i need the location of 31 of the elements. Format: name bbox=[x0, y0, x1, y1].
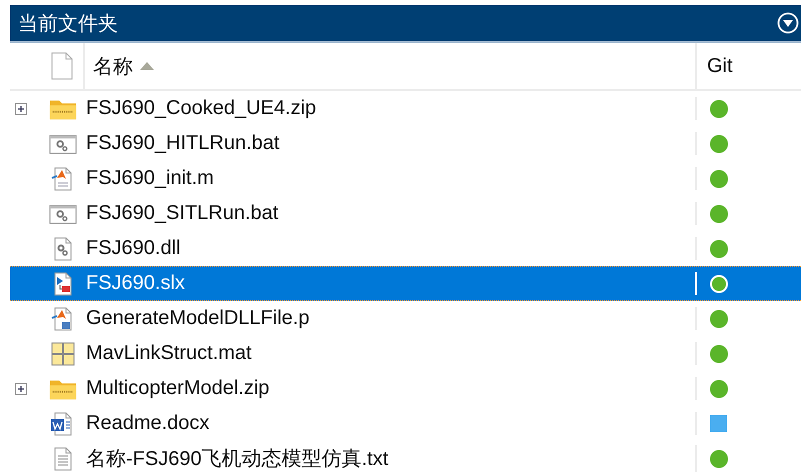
file-row[interactable]: MulticopterModel.zip bbox=[10, 371, 801, 406]
file-row[interactable]: FSJ690_Cooked_UE4.zip bbox=[10, 91, 801, 126]
expand-icon[interactable] bbox=[15, 382, 27, 394]
name-column-header[interactable]: 名称 bbox=[85, 43, 697, 89]
file-name: FSJ690_Cooked_UE4.zip bbox=[77, 97, 697, 120]
file-name: FSJ690_HITLRun.bat bbox=[77, 132, 697, 155]
panel-title: 当前文件夹 bbox=[17, 12, 118, 36]
file-icon bbox=[51, 52, 73, 80]
file-name: GenerateModelDLLFile.p bbox=[77, 307, 697, 330]
grid-file-icon bbox=[49, 340, 77, 366]
file-row[interactable]: FSJ690_SITLRun.bat bbox=[10, 196, 801, 231]
git-column-header[interactable]: Git bbox=[707, 54, 733, 78]
file-name: Readme.docx bbox=[77, 412, 697, 435]
expand-icon[interactable] bbox=[15, 102, 27, 114]
file-row[interactable]: GenerateModelDLLFile.p bbox=[10, 301, 801, 336]
file-row[interactable]: FSJ690_HITLRun.bat bbox=[10, 126, 801, 161]
file-row[interactable]: 名称-FSJ690飞机动态模型仿真.txt bbox=[10, 441, 801, 472]
column-label: 名称 bbox=[93, 54, 133, 80]
file-row[interactable]: FSJ690.slx bbox=[10, 266, 801, 301]
file-row[interactable]: FSJ690_init.m bbox=[10, 161, 801, 196]
file-name: MulticopterModel.zip bbox=[77, 377, 697, 400]
dropdown-icon[interactable] bbox=[777, 12, 799, 34]
file-name: 名称-FSJ690飞机动态模型仿真.txt bbox=[77, 445, 697, 472]
file-row[interactable]: FSJ690.dll bbox=[10, 231, 801, 266]
file-name: FSJ690.slx bbox=[77, 272, 697, 295]
file-name: FSJ690.dll bbox=[77, 237, 697, 260]
file-name: FSJ690_init.m bbox=[77, 167, 697, 190]
file-row[interactable]: Readme.docx bbox=[10, 406, 801, 441]
file-row[interactable]: MavLinkStruct.mat bbox=[10, 336, 801, 371]
file-name: FSJ690_SITLRun.bat bbox=[77, 202, 697, 225]
file-name: MavLinkStruct.mat bbox=[77, 342, 697, 365]
